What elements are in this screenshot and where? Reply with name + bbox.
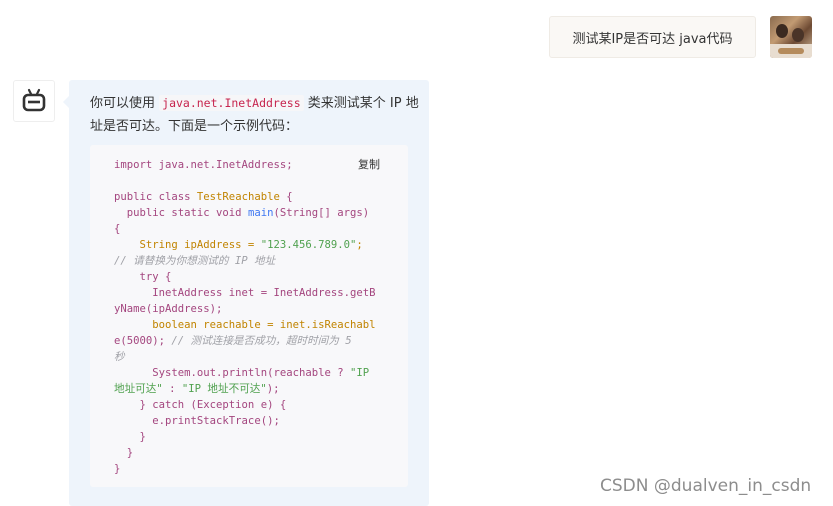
code-line: InetAddress inet = InetAddress.getB (114, 287, 376, 299)
user-message-bubble: 测试某IP是否可达 java代码 (549, 16, 756, 58)
code-line: } (114, 463, 121, 475)
code-line: // 请替换为你想测试的 IP 地址 (114, 255, 276, 267)
code-line: public static void (114, 207, 248, 219)
robot-icon (22, 88, 46, 112)
code-line: 地址可达" (114, 383, 163, 395)
code-line: boolean reachable = inet.isReachabl (114, 319, 376, 331)
bot-message-bubble: 你可以使用 java.net.InetAddress 类来测试某个 IP 地址是… (63, 80, 429, 506)
code-line: System.out.println(reachable ? (114, 367, 350, 379)
code-line: } (114, 447, 134, 459)
code-line: public class (114, 191, 197, 203)
code-line: } catch (Exception e) { (114, 399, 287, 411)
user-message-text: 测试某IP是否可达 java代码 (572, 31, 733, 47)
code-line: e(5000); (114, 335, 172, 347)
code-line: String ipAddress = (114, 239, 261, 251)
code-line: try { (114, 271, 172, 283)
code-line: e.printStackTrace(); (114, 415, 280, 427)
code-line: import java.net.InetAddress; (114, 159, 293, 171)
bot-intro-before: 你可以使用 (90, 96, 160, 111)
code-line: } (114, 431, 146, 443)
code-line: { (114, 223, 121, 235)
user-avatar[interactable] (770, 16, 812, 58)
code-block: 复制 import java.net.InetAddress; public c… (90, 145, 408, 487)
code-content: import java.net.InetAddress; public clas… (114, 159, 376, 475)
inline-code: java.net.InetAddress (159, 95, 304, 111)
code-line: 秒 (114, 351, 125, 363)
csdn-watermark: CSDN @dualven_in_csdn (600, 476, 812, 496)
bot-avatar (13, 80, 55, 122)
bot-intro-text: 你可以使用 java.net.InetAddress 类来测试某个 IP 地址是… (90, 92, 420, 138)
code-line: yName(ipAddress); (114, 303, 223, 315)
